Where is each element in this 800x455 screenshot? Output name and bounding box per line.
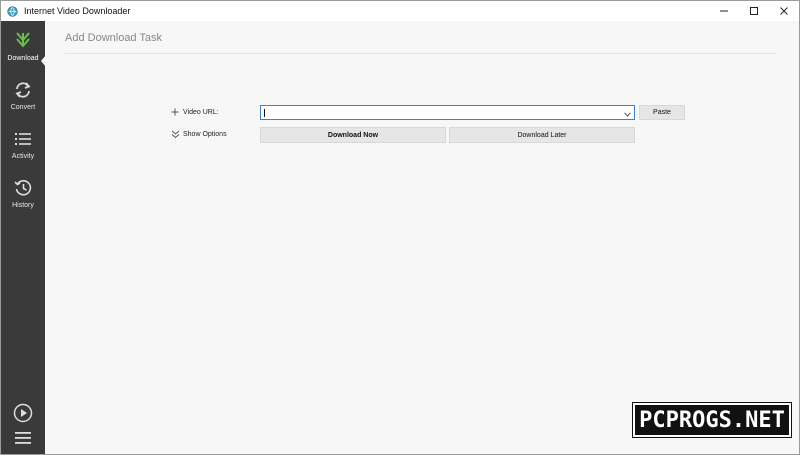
- download-now-button[interactable]: Download Now: [260, 127, 446, 143]
- sidebar-item-activity[interactable]: Activity: [1, 121, 45, 167]
- download-later-button[interactable]: Download Later: [449, 127, 635, 143]
- minimize-button[interactable]: [709, 1, 739, 21]
- sidebar-item-convert[interactable]: Convert: [1, 72, 45, 118]
- convert-icon: [13, 80, 33, 100]
- window-title: Internet Video Downloader: [24, 6, 131, 16]
- hamburger-menu-icon: [13, 429, 33, 452]
- show-options-label: Show Options: [183, 130, 227, 138]
- sidebar-item-label: Activity: [11, 153, 35, 160]
- app-window: Internet Video Downloader Download Conve…: [0, 0, 800, 455]
- sidebar-item-download[interactable]: Download: [1, 23, 45, 69]
- sidebar-item-label: Download: [7, 55, 39, 62]
- video-url-input[interactable]: [263, 106, 613, 119]
- sidebar-item-label: History: [12, 202, 34, 209]
- double-chevron-down-icon: [170, 129, 180, 139]
- watermark-text: PCPROGS.NET: [639, 407, 785, 433]
- download-arrow-icon: [13, 31, 33, 51]
- title-divider: [65, 53, 777, 54]
- main-panel: Add Download Task Video URL: Show Option…: [45, 21, 799, 454]
- list-icon: [13, 129, 33, 149]
- chevron-down-icon: [623, 104, 631, 122]
- page-title: Add Download Task: [65, 32, 163, 44]
- url-dropdown-button[interactable]: [622, 106, 632, 119]
- sidebar-item-label: Convert: [10, 104, 36, 111]
- close-button[interactable]: [769, 1, 799, 21]
- history-clock-icon: [13, 178, 33, 198]
- sidebar: Download Convert Activity History: [1, 21, 46, 454]
- watermark: PCPROGS.NET: [632, 402, 792, 438]
- paste-button[interactable]: Paste: [639, 105, 685, 120]
- plus-icon: [170, 107, 180, 117]
- menu-button[interactable]: [13, 430, 33, 450]
- window-controls: [709, 1, 799, 21]
- maximize-button[interactable]: [739, 1, 769, 21]
- play-button[interactable]: [13, 403, 33, 428]
- show-options-toggle[interactable]: Show Options: [170, 129, 227, 139]
- title-bar: Internet Video Downloader: [1, 1, 799, 21]
- sidebar-item-history[interactable]: History: [1, 170, 45, 216]
- video-url-label: Video URL:: [183, 108, 219, 116]
- play-circle-icon: [13, 403, 33, 428]
- video-url-row-label: Video URL:: [170, 107, 219, 117]
- text-caret: [264, 109, 265, 117]
- video-url-combobox[interactable]: [260, 105, 635, 120]
- app-logo-icon: [6, 5, 18, 17]
